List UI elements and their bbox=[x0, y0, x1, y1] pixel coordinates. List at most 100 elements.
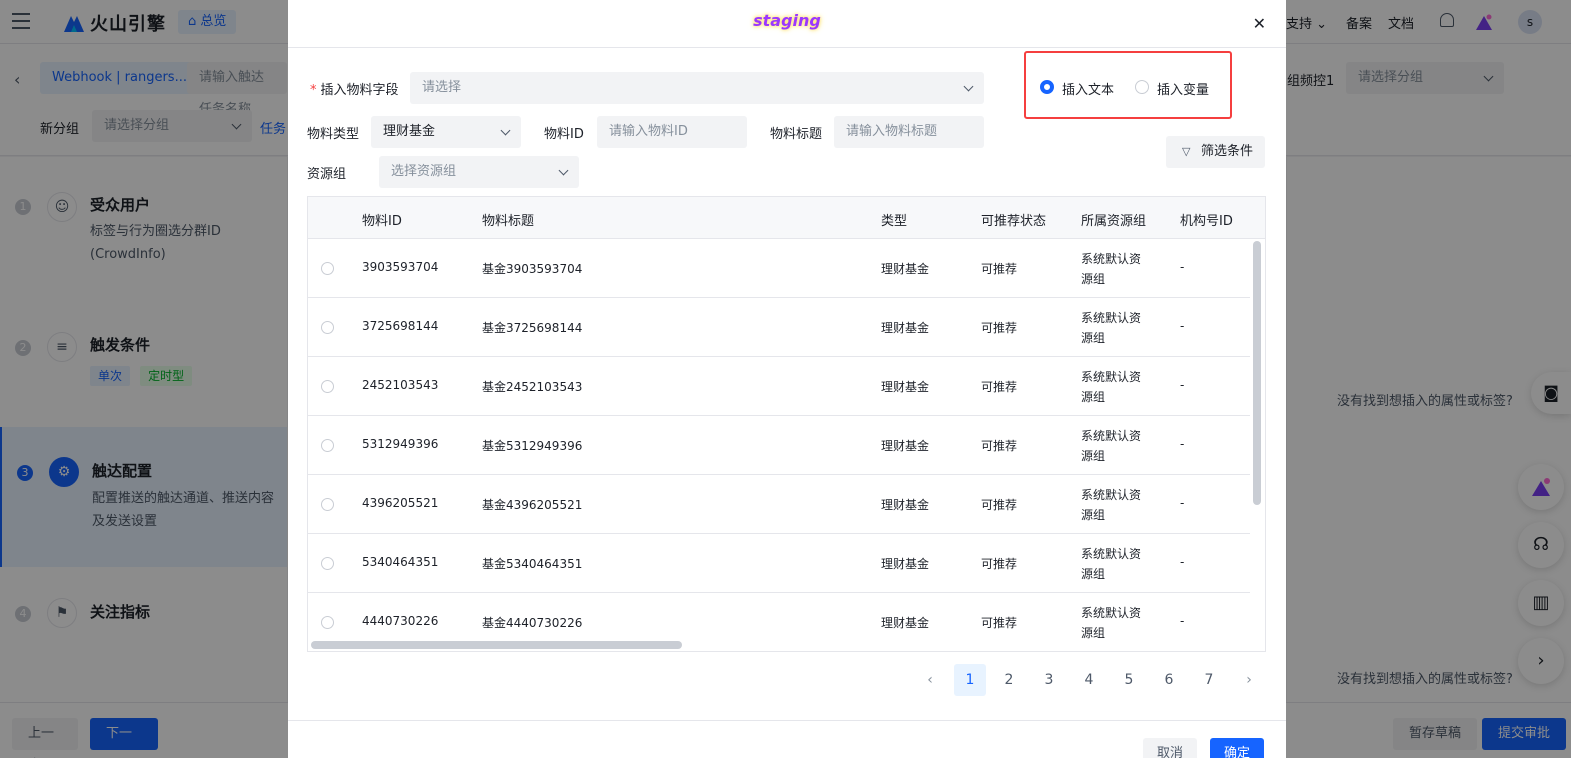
chevron-down-icon bbox=[558, 165, 569, 176]
cell-status: 可推荐 bbox=[981, 498, 1018, 512]
next-page-icon[interactable]: › bbox=[1233, 664, 1265, 696]
cell-status: 可推荐 bbox=[981, 262, 1018, 276]
id-input[interactable]: 请输入物料ID bbox=[597, 116, 747, 148]
row-radio[interactable] bbox=[321, 498, 334, 511]
cell-group: 系统默认资源组 bbox=[1081, 547, 1142, 581]
page-5[interactable]: 5 bbox=[1113, 664, 1145, 696]
type-select[interactable]: 理财基金 bbox=[371, 116, 521, 148]
col-resource-group: 所属资源组 bbox=[1081, 214, 1147, 229]
cell-id: 5312949396 bbox=[362, 437, 439, 451]
cell-id: 5340464351 bbox=[362, 555, 439, 569]
cell-type: 理财基金 bbox=[881, 557, 930, 571]
title-label: 物料标题 bbox=[770, 127, 823, 142]
title-input[interactable]: 请输入物料标题 bbox=[834, 116, 984, 148]
cell-org: - bbox=[1180, 614, 1185, 628]
col-type: 类型 bbox=[881, 214, 908, 229]
radio-label: 插入文本 bbox=[1062, 83, 1115, 98]
cell-status: 可推荐 bbox=[981, 380, 1018, 394]
cell-org: - bbox=[1180, 260, 1185, 274]
horizontal-scrollbar[interactable] bbox=[311, 641, 682, 649]
cell-id: 3903593704 bbox=[362, 260, 439, 274]
table-row[interactable]: 5312949396 基金5312949396 理财基金 可推荐 系统默认资源组… bbox=[308, 416, 1250, 475]
cell-type: 理财基金 bbox=[881, 498, 930, 512]
row-radio[interactable] bbox=[321, 321, 334, 334]
radio-dot-checked bbox=[1040, 80, 1054, 94]
cell-org: - bbox=[1180, 555, 1185, 569]
cell-type: 理财基金 bbox=[881, 262, 930, 276]
cell-title: 基金3725698144 bbox=[482, 321, 583, 335]
field-label-text: 插入物料字段 bbox=[320, 83, 399, 98]
cell-type: 理财基金 bbox=[881, 616, 930, 630]
insert-mode-highlight: 插入文本 插入变量 bbox=[1024, 51, 1232, 119]
cell-type: 理财基金 bbox=[881, 380, 930, 394]
field-select[interactable]: 请选择 bbox=[410, 72, 984, 104]
filter-icon: ▽ bbox=[1182, 145, 1191, 158]
cell-id: 3725698144 bbox=[362, 319, 439, 333]
confirm-button[interactable]: 确定 bbox=[1210, 738, 1265, 758]
page-6[interactable]: 6 bbox=[1153, 664, 1185, 696]
table-row[interactable]: 3725698144 基金3725698144 理财基金 可推荐 系统默认资源组… bbox=[308, 298, 1250, 357]
page-4[interactable]: 4 bbox=[1073, 664, 1105, 696]
env-badge: staging bbox=[753, 11, 821, 30]
row-radio[interactable] bbox=[321, 439, 334, 452]
resource-group-select[interactable]: 选择资源组 bbox=[379, 156, 579, 188]
col-material-id: 物料ID bbox=[362, 214, 402, 229]
cell-status: 可推荐 bbox=[981, 557, 1018, 571]
table-header: 物料ID 物料标题 类型 可推荐状态 所属资源组 机构号ID bbox=[308, 197, 1265, 239]
table-row[interactable]: 5340464351 基金5340464351 理财基金 可推荐 系统默认资源组… bbox=[308, 534, 1250, 593]
radio-insert-text[interactable]: 插入文本 bbox=[1040, 79, 1114, 98]
radio-insert-variable[interactable]: 插入变量 bbox=[1135, 79, 1209, 98]
cell-group: 系统默认资源组 bbox=[1081, 429, 1142, 463]
material-table: 物料ID 物料标题 类型 可推荐状态 所属资源组 机构号ID 390359370… bbox=[307, 196, 1266, 652]
cell-title: 基金3903593704 bbox=[482, 262, 583, 276]
modal-header: staging ✕ bbox=[288, 0, 1286, 48]
field-label: * 插入物料字段 bbox=[310, 79, 399, 98]
cell-id: 4396205521 bbox=[362, 496, 439, 510]
filter-button[interactable]: ▽ 筛选条件 bbox=[1166, 136, 1265, 168]
vertical-scrollbar[interactable] bbox=[1253, 241, 1261, 505]
cell-title: 基金4396205521 bbox=[482, 498, 583, 512]
col-status: 可推荐状态 bbox=[981, 214, 1047, 229]
type-select-value: 理财基金 bbox=[383, 124, 436, 139]
chevron-down-icon bbox=[500, 125, 511, 136]
row-radio[interactable] bbox=[321, 616, 334, 629]
close-icon[interactable]: ✕ bbox=[1253, 14, 1266, 33]
cell-group: 系统默认资源组 bbox=[1081, 370, 1142, 404]
resource-group-placeholder: 选择资源组 bbox=[391, 164, 457, 179]
cell-org: - bbox=[1180, 496, 1185, 510]
table-row[interactable]: 3903593704 基金3903593704 理财基金 可推荐 系统默认资源组… bbox=[308, 239, 1250, 298]
page-3[interactable]: 3 bbox=[1033, 664, 1065, 696]
row-radio[interactable] bbox=[321, 262, 334, 275]
cell-group: 系统默认资源组 bbox=[1081, 252, 1142, 286]
modal-footer: 取消 确定 bbox=[288, 720, 1286, 758]
cell-group: 系统默认资源组 bbox=[1081, 488, 1142, 522]
material-insert-modal: staging ✕ * 插入物料字段 请选择 插入文本 插入变量 物料类型 理财基… bbox=[288, 0, 1286, 758]
cell-group: 系统默认资源组 bbox=[1081, 606, 1142, 640]
cell-status: 可推荐 bbox=[981, 321, 1018, 335]
table-row[interactable]: 4396205521 基金4396205521 理财基金 可推荐 系统默认资源组… bbox=[308, 475, 1250, 534]
group-label: 资源组 bbox=[307, 167, 347, 182]
cell-status: 可推荐 bbox=[981, 439, 1018, 453]
prev-page-icon[interactable]: ‹ bbox=[914, 664, 946, 696]
page-1[interactable]: 1 bbox=[954, 664, 986, 696]
page-2[interactable]: 2 bbox=[993, 664, 1025, 696]
radio-dot bbox=[1135, 80, 1149, 94]
cell-org: - bbox=[1180, 437, 1185, 451]
cell-type: 理财基金 bbox=[881, 439, 930, 453]
row-radio[interactable] bbox=[321, 557, 334, 570]
cell-id: 2452103543 bbox=[362, 378, 439, 392]
cancel-button[interactable]: 取消 bbox=[1143, 738, 1198, 758]
chevron-down-icon bbox=[963, 81, 974, 92]
cell-id: 4440730226 bbox=[362, 614, 439, 628]
cell-type: 理财基金 bbox=[881, 321, 930, 335]
cell-title: 基金5340464351 bbox=[482, 557, 583, 571]
cell-status: 可推荐 bbox=[981, 616, 1018, 630]
field-select-placeholder: 请选择 bbox=[422, 80, 462, 95]
row-radio[interactable] bbox=[321, 380, 334, 393]
col-org-id: 机构号ID bbox=[1180, 214, 1233, 229]
table-row[interactable]: 2452103543 基金2452103543 理财基金 可推荐 系统默认资源组… bbox=[308, 357, 1250, 416]
page-7[interactable]: 7 bbox=[1193, 664, 1225, 696]
radio-label: 插入变量 bbox=[1157, 83, 1210, 98]
cell-org: - bbox=[1180, 378, 1185, 392]
filter-button-label: 筛选条件 bbox=[1201, 144, 1254, 159]
